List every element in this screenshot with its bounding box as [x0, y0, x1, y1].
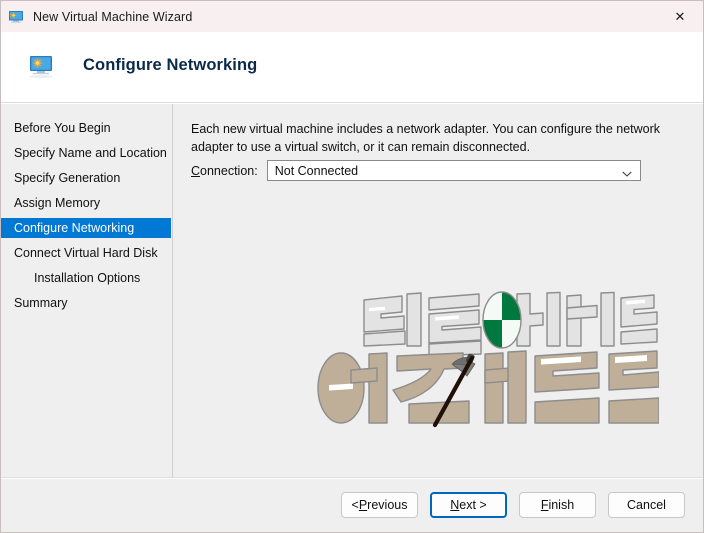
description-text: Each new virtual machine includes a netw… — [191, 122, 661, 154]
sidebar-item-specify-generation[interactable]: Specify Generation — [1, 168, 172, 188]
sidebar-item-installation-options[interactable]: Installation Options — [1, 268, 172, 288]
wizard-content-pane: Each new virtual machine includes a netw… — [174, 104, 703, 477]
sidebar-item-summary[interactable]: Summary — [1, 293, 172, 313]
sidebar-item-before-you-begin[interactable]: Before You Begin — [1, 118, 172, 138]
korean-logo-watermark — [309, 284, 660, 434]
button-bar: < Previous Next > Finish Cancel — [1, 479, 703, 532]
page-title: Configure Networking — [83, 56, 258, 74]
sidebar-item-configure-networking[interactable]: Configure Networking — [1, 218, 171, 238]
next-button-accel: N — [450, 498, 460, 512]
previous-button-post: revious — [367, 498, 408, 512]
wizard-steps-sidebar: Before You Begin Specify Name and Locati… — [1, 104, 173, 477]
chevron-down-icon — [622, 166, 632, 177]
finish-button-accel: F — [540, 498, 549, 512]
previous-button-pre: < — [351, 498, 359, 512]
connection-row: Connection: Not Connected — [191, 160, 641, 181]
axe-icon — [432, 353, 476, 428]
connection-selected-value: Not Connected — [274, 163, 359, 178]
previous-button[interactable]: < Previous — [341, 492, 418, 518]
wizard-buttons: < Previous Next > Finish Cancel — [341, 492, 685, 518]
title-bar: New Virtual Machine Wizard ✕ — [1, 1, 703, 32]
close-icon[interactable]: ✕ — [657, 1, 703, 32]
next-button[interactable]: Next > — [430, 492, 507, 518]
virtual-machine-icon — [27, 54, 55, 80]
page-header: Configure Networking — [1, 32, 703, 103]
virtual-machine-icon — [8, 9, 24, 25]
previous-button-accel: P — [358, 498, 368, 512]
connection-label: Connection: — [191, 164, 258, 178]
cancel-button-pre: Cancel — [627, 498, 666, 512]
sidebar-item-specify-name-and-location[interactable]: Specify Name and Location — [1, 143, 172, 163]
connection-select[interactable]: Not Connected — [266, 160, 641, 181]
wizard-body: Before You Begin Specify Name and Locati… — [1, 104, 703, 478]
connection-label-accel: C — [191, 163, 201, 178]
emblem — [482, 291, 522, 349]
sidebar-item-assign-memory[interactable]: Assign Memory — [1, 193, 172, 213]
wizard-window: New Virtual Machine Wizard ✕ Configure N… — [0, 0, 704, 533]
finish-button[interactable]: Finish — [519, 492, 596, 518]
next-button-post: ext > — [459, 498, 487, 512]
sidebar-item-connect-virtual-hard-disk[interactable]: Connect Virtual Hard Disk — [1, 243, 172, 263]
finish-button-post: inish — [548, 498, 575, 512]
cancel-button[interactable]: Cancel — [608, 492, 685, 518]
window-title: New Virtual Machine Wizard — [33, 9, 193, 24]
connection-label-suffix: onnection: — [200, 163, 258, 178]
